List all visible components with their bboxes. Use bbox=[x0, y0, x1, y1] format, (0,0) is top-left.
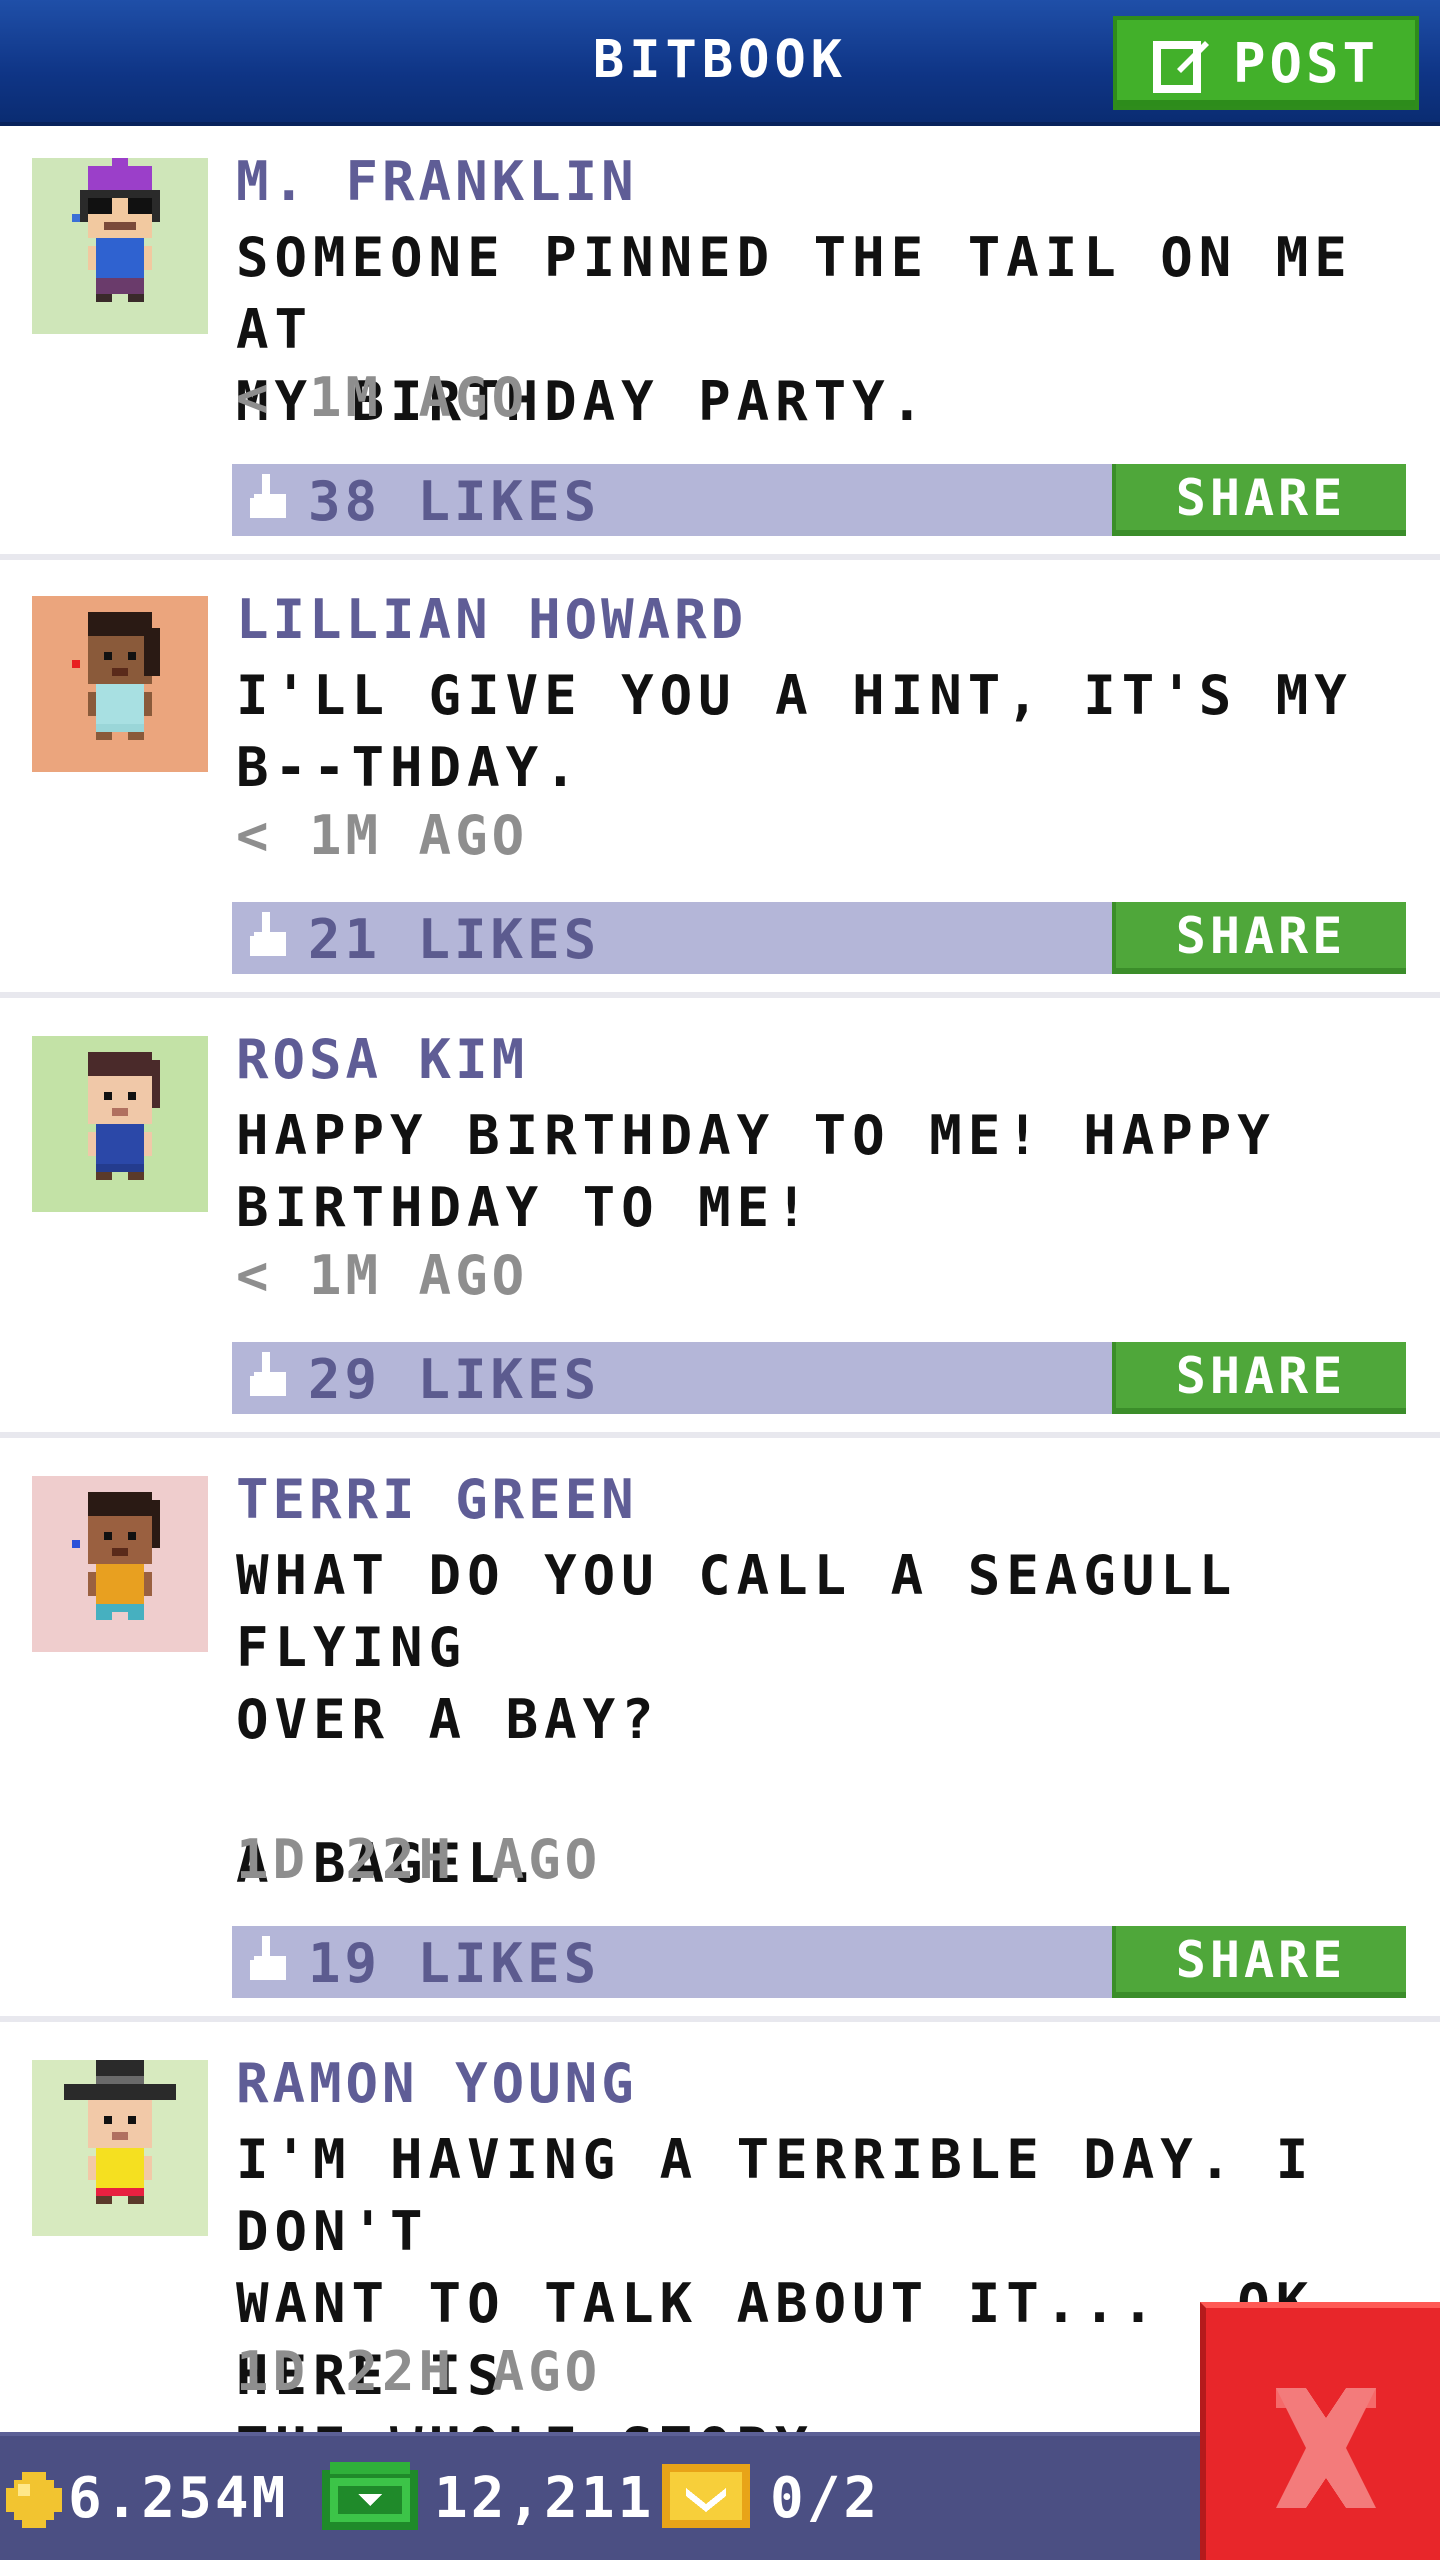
post-divider bbox=[0, 1432, 1440, 1438]
like-bar: 38 LIKES SHARE bbox=[232, 464, 1406, 536]
post-timestamp: < 1M AGO bbox=[236, 366, 529, 429]
close-icon bbox=[1276, 2388, 1376, 2508]
thumbs-up-icon[interactable] bbox=[246, 474, 294, 530]
like-bar: 29 LIKES SHARE bbox=[232, 1342, 1406, 1414]
author-name[interactable]: ROSA KIM bbox=[236, 1028, 528, 1091]
post-divider bbox=[0, 992, 1440, 998]
post-timestamp: 1D 22H AGO bbox=[236, 2340, 602, 2403]
likes-count: 29 LIKES bbox=[308, 1348, 601, 1411]
share-button[interactable]: SHARE bbox=[1112, 464, 1406, 536]
author-name[interactable]: RAMON YOUNG bbox=[236, 2052, 638, 2115]
author-name[interactable]: M. FRANKLIN bbox=[236, 150, 638, 213]
bux-icon bbox=[322, 2462, 418, 2534]
thumbs-up-icon[interactable] bbox=[246, 912, 294, 968]
tickets-count: 0/2 bbox=[770, 2466, 881, 2531]
post-button[interactable]: POST bbox=[1113, 16, 1419, 110]
share-button[interactable]: SHARE bbox=[1112, 1926, 1406, 1998]
post-timestamp: < 1M AGO bbox=[236, 1244, 529, 1307]
avatar[interactable] bbox=[32, 2060, 208, 2236]
feed-post: TERRI GREEN WHAT DO YOU CALL A SEAGULL F… bbox=[0, 1440, 1440, 2024]
avatar[interactable] bbox=[32, 596, 208, 772]
ticket-icon bbox=[662, 2464, 750, 2532]
post-divider bbox=[0, 2016, 1440, 2022]
share-button[interactable]: SHARE bbox=[1112, 902, 1406, 974]
coins-balance: 6.254M bbox=[68, 2466, 289, 2531]
likes-count: 19 LIKES bbox=[308, 1932, 601, 1995]
likes-count: 38 LIKES bbox=[308, 470, 601, 533]
avatar[interactable] bbox=[32, 1476, 208, 1652]
post-text: I'LL GIVE YOU A HINT, IT'S MY B--THDAY. bbox=[236, 664, 1353, 799]
thumbs-up-icon[interactable] bbox=[246, 1936, 294, 1992]
like-bar: 21 LIKES SHARE bbox=[232, 902, 1406, 974]
close-button[interactable] bbox=[1200, 2302, 1440, 2560]
feed-post: ROSA KIM HAPPY BIRTHDAY TO ME! HAPPY BIR… bbox=[0, 1000, 1440, 1440]
likes-count: 21 LIKES bbox=[308, 908, 601, 971]
like-bar: 19 LIKES SHARE bbox=[232, 1926, 1406, 1998]
post-timestamp: < 1M AGO bbox=[236, 804, 529, 867]
bux-balance: 12,211 bbox=[434, 2466, 655, 2531]
edit-icon bbox=[1152, 33, 1213, 93]
feed-post: M. FRANKLIN SOMEONE PINNED THE TAIL ON M… bbox=[0, 126, 1440, 560]
post-timestamp: 1D 22H AGO bbox=[236, 1828, 602, 1891]
share-button[interactable]: SHARE bbox=[1112, 1342, 1406, 1414]
author-name[interactable]: TERRI GREEN bbox=[236, 1468, 638, 1531]
coin-icon bbox=[6, 2472, 62, 2532]
post-button-label: POST bbox=[1232, 31, 1380, 95]
feed-post: LILLIAN HOWARD I'LL GIVE YOU A HINT, IT'… bbox=[0, 560, 1440, 1000]
post-text: HAPPY BIRTHDAY TO ME! HAPPY BIRTHDAY TO … bbox=[236, 1104, 1276, 1239]
thumbs-up-icon[interactable] bbox=[246, 1352, 294, 1408]
top-bar: BITBOOK POST bbox=[0, 0, 1440, 126]
avatar[interactable] bbox=[32, 1036, 208, 1212]
feed[interactable]: M. FRANKLIN SOMEONE PINNED THE TAIL ON M… bbox=[0, 126, 1440, 2479]
avatar[interactable] bbox=[32, 158, 208, 334]
author-name[interactable]: LILLIAN HOWARD bbox=[236, 588, 747, 651]
